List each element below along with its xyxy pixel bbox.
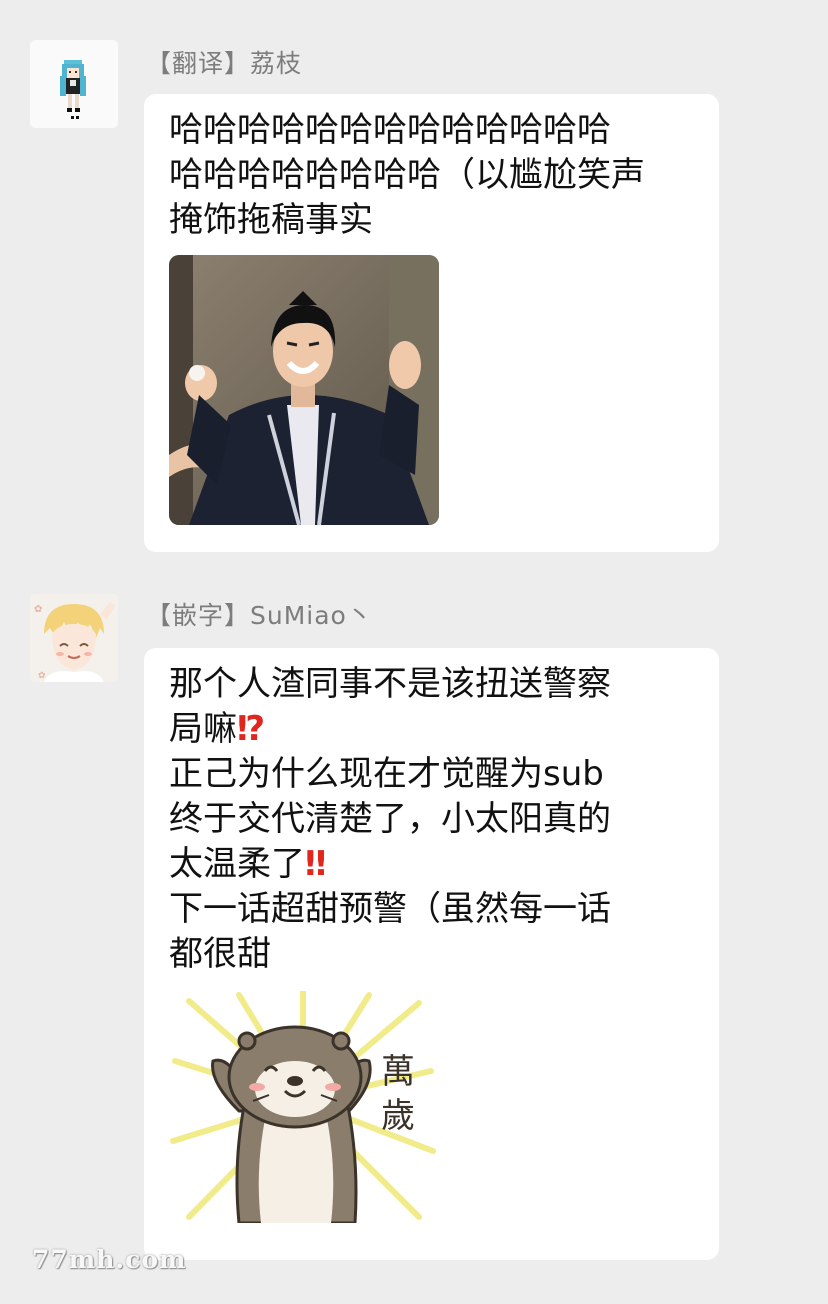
line-text: 太温柔了 [169, 844, 305, 884]
chat-screen: 【翻译】荔枝 哈哈哈哈哈哈哈哈哈哈哈哈哈 哈哈哈哈哈哈哈哈（以尴尬笑声 掩饰拖稿… [0, 0, 828, 1304]
sender-name: 【嵌字】SuMiao丶 [146, 601, 373, 630]
message-line: 哈哈哈哈哈哈哈哈（以尴尬笑声 [169, 155, 645, 195]
message-line: 那个人渣同事不是该扭送警察 [169, 662, 697, 707]
message-line: 掩饰拖稿事实 [169, 200, 373, 240]
line-text: 都很甜 [169, 934, 271, 974]
laughing-man-photo[interactable] [169, 255, 439, 525]
message-line: 哈哈哈哈哈哈哈哈哈哈哈哈哈 [169, 110, 611, 150]
anime-blonde-boy-icon: ✿ ✿ [30, 594, 118, 682]
message-text[interactable]: 那个人渣同事不是该扭送警察 局嘛⁉ 正己为什么现在才觉醒为sub 终于交代清楚了… [169, 662, 697, 977]
watermark: 77mh.com [32, 1245, 187, 1274]
sender-name: 【翻译】荔枝 [146, 49, 303, 78]
message-line: 太温柔了‼ [169, 842, 697, 887]
message-line: 终于交代清楚了，小太阳真的 [169, 797, 697, 842]
pixel-character-icon [30, 40, 118, 128]
svg-text:✿: ✿ [34, 604, 42, 615]
scroll-indicator-icon [396, 0, 432, 4]
line-text: 那个人渣同事不是该扭送警察 [169, 664, 611, 704]
avatar[interactable]: ✿ ✿ [30, 594, 118, 682]
double-exclamation-icon: ‼ [305, 844, 327, 884]
line-text: 正己为什么现在才觉醒为sub [169, 754, 604, 794]
message-line: 下一话超甜预警（虽然每一话 [169, 887, 697, 932]
otter-banzai-sticker[interactable]: 萬 歲 [169, 991, 437, 1223]
avatar[interactable] [30, 40, 118, 128]
sticker-text: 萬 [381, 1052, 415, 1092]
message-bubble[interactable]: 那个人渣同事不是该扭送警察 局嘛⁉ 正己为什么现在才觉醒为sub 终于交代清楚了… [144, 648, 719, 1260]
line-text: 下一话超甜预警（虽然每一话 [169, 889, 611, 929]
message-line: 都很甜 [169, 932, 697, 977]
sticker-text: 歲 [381, 1096, 415, 1136]
message-text[interactable]: 哈哈哈哈哈哈哈哈哈哈哈哈哈 哈哈哈哈哈哈哈哈（以尴尬笑声 掩饰拖稿事实 [169, 108, 697, 243]
exclamation-question-icon: ⁉ [237, 709, 266, 749]
line-text: 终于交代清楚了，小太阳真的 [169, 799, 611, 839]
message-line: 局嘛⁉ [169, 707, 697, 752]
svg-text:✿: ✿ [38, 671, 46, 681]
message-bubble[interactable]: 哈哈哈哈哈哈哈哈哈哈哈哈哈 哈哈哈哈哈哈哈哈（以尴尬笑声 掩饰拖稿事实 [144, 94, 719, 552]
line-text: 局嘛 [169, 709, 237, 749]
message-line: 正己为什么现在才觉醒为sub [169, 752, 697, 797]
